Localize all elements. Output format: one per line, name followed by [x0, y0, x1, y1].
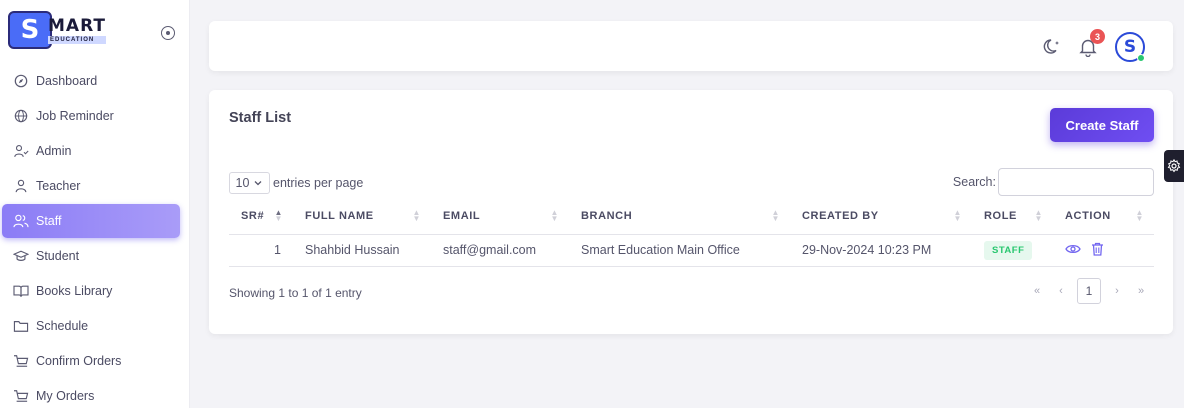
- user-check-icon: [13, 143, 29, 159]
- sort-icon: ▲ ▼: [274, 208, 283, 223]
- column-header-created-by[interactable]: CREATED BY ▲ ▼: [790, 198, 972, 235]
- pagination-prev[interactable]: ‹: [1049, 278, 1073, 304]
- sidebar-item-student[interactable]: Student: [2, 239, 180, 273]
- column-header-email[interactable]: EMAIL ▲ ▼: [431, 198, 569, 235]
- sort-icon: ▲ ▼: [550, 208, 559, 223]
- pagination-first[interactable]: «: [1025, 278, 1049, 304]
- folder-icon: [13, 318, 29, 334]
- status-badge: STAFF: [984, 240, 1033, 260]
- user-icon: [13, 178, 29, 194]
- view-eye-icon[interactable]: [1065, 243, 1081, 258]
- logo-mark: S: [8, 11, 52, 49]
- page-title: Staff List: [229, 110, 292, 126]
- logo-title: MART: [48, 15, 106, 36]
- column-header-sr[interactable]: SR# ▲ ▼: [229, 198, 293, 235]
- table-info: Showing 1 to 1 of 1 entry: [229, 286, 362, 300]
- sidebar-toggle-icon[interactable]: [161, 26, 175, 40]
- notification-count-badge: 3: [1090, 29, 1105, 44]
- pagination-next[interactable]: ›: [1105, 278, 1129, 304]
- pagination-last[interactable]: »: [1129, 278, 1153, 304]
- theme-toggle-icon[interactable]: [1041, 36, 1063, 58]
- column-header-action[interactable]: ACTION ▲ ▼: [1053, 198, 1154, 235]
- create-staff-button[interactable]: Create Staff: [1050, 108, 1154, 142]
- sidebar-item-admin[interactable]: Admin: [2, 134, 180, 168]
- sort-icon: ▲ ▼: [953, 208, 962, 223]
- sidebar: S MART EDUCATION Dashboard Job Reminder …: [0, 0, 190, 408]
- sort-icon: ▲ ▼: [771, 208, 780, 223]
- search-input[interactable]: [998, 168, 1154, 196]
- sidebar-item-my-orders[interactable]: My Orders: [2, 379, 180, 408]
- globe-icon: [13, 108, 29, 124]
- cell-role: STAFF: [972, 234, 1053, 267]
- pagination: « ‹ 1 › »: [1025, 278, 1153, 304]
- sidebar-menu: Dashboard Job Reminder Admin Teacher Sta…: [0, 64, 190, 408]
- sort-icon: ▲ ▼: [1135, 208, 1144, 223]
- cell-email: staff@gmail.com: [431, 234, 569, 267]
- sort-icon: ▲ ▼: [1034, 208, 1043, 223]
- staff-list-card: Staff List Create Staff 10 entries per p…: [209, 90, 1173, 334]
- cell-full-name: Shahbid Hussain: [293, 234, 431, 267]
- top-navbar: 3 S: [209, 21, 1173, 71]
- sidebar-item-teacher[interactable]: Teacher: [2, 169, 180, 203]
- table-header-row: SR# ▲ ▼ FULL NAME ▲ ▼ EMAIL ▲ ▼ BRANCH ▲ ▼ CREAT…: [229, 198, 1154, 235]
- delete-trash-icon[interactable]: [1091, 242, 1104, 259]
- sidebar-item-schedule[interactable]: Schedule: [2, 309, 180, 343]
- avatar[interactable]: S: [1115, 32, 1145, 62]
- table-search: Search:: [953, 168, 1154, 196]
- cart-icon: [13, 353, 29, 369]
- pagination-page-1[interactable]: 1: [1077, 278, 1101, 304]
- staff-table: SR# ▲ ▼ FULL NAME ▲ ▼ EMAIL ▲ ▼ BRANCH ▲ ▼ CREAT…: [229, 198, 1154, 267]
- sidebar-item-dashboard[interactable]: Dashboard: [2, 64, 180, 98]
- sidebar-item-books-library[interactable]: Books Library: [2, 274, 180, 308]
- table-row: 1 Shahbid Hussain staff@gmail.com Smart …: [229, 234, 1154, 267]
- entries-label: entries per page: [273, 176, 364, 190]
- cell-sr: 1: [229, 234, 293, 267]
- entries-per-page: 10 entries per page: [229, 172, 363, 194]
- sidebar-item-job-reminder[interactable]: Job Reminder: [2, 99, 180, 133]
- online-status-dot: [1137, 54, 1145, 62]
- settings-gear-icon[interactable]: [1164, 150, 1184, 182]
- cell-branch: Smart Education Main Office: [569, 234, 790, 267]
- chevron-down-icon: [254, 181, 262, 186]
- column-header-branch[interactable]: BRANCH ▲ ▼: [569, 198, 790, 235]
- sidebar-item-confirm-orders[interactable]: Confirm Orders: [2, 344, 180, 378]
- column-header-role[interactable]: ROLE ▲ ▼: [972, 198, 1053, 235]
- sort-icon: ▲ ▼: [412, 208, 421, 223]
- column-header-full-name[interactable]: FULL NAME ▲ ▼: [293, 198, 431, 235]
- graduation-cap-icon: [13, 248, 29, 264]
- cell-created-by: 29-Nov-2024 10:23 PM: [790, 234, 972, 267]
- entries-per-page-select[interactable]: 10: [229, 172, 270, 194]
- sidebar-item-staff[interactable]: Staff: [2, 204, 180, 238]
- brand-logo[interactable]: S MART EDUCATION: [8, 10, 106, 50]
- logo-subtitle: EDUCATION: [48, 35, 106, 44]
- search-label: Search:: [952, 175, 996, 189]
- users-icon: [13, 213, 29, 229]
- notification-bell-icon[interactable]: 3: [1077, 29, 1105, 58]
- cell-action: [1053, 234, 1154, 267]
- cart-icon: [13, 388, 29, 404]
- book-open-icon: [13, 283, 29, 299]
- compass-icon: [13, 73, 29, 89]
